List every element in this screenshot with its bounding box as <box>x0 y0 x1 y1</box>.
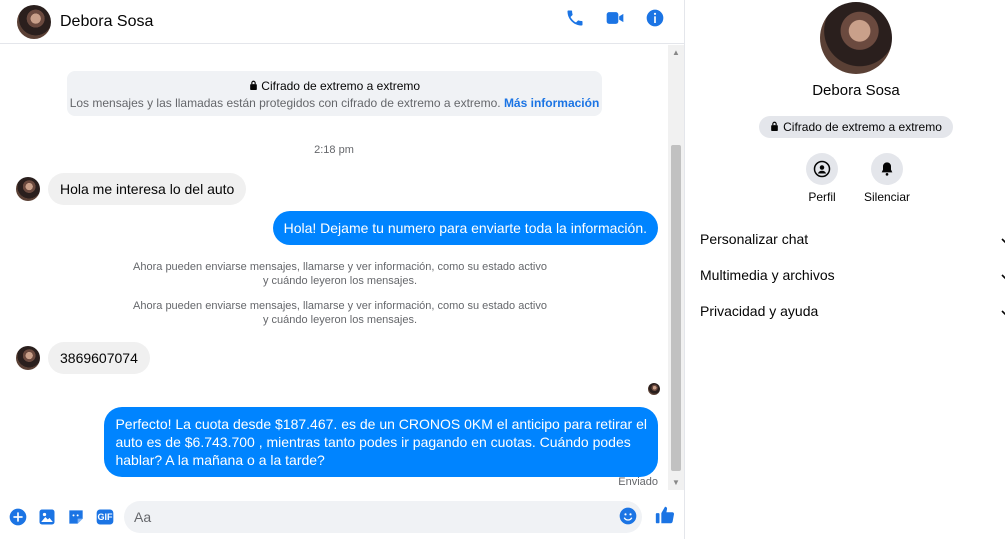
message-input[interactable] <box>124 501 642 533</box>
panel-contact-name: Debora Sosa <box>812 82 900 99</box>
emoji-icon[interactable] <box>618 506 638 531</box>
more-info-link[interactable]: Más información <box>504 96 599 110</box>
gif-icon[interactable]: GIF <box>94 506 116 528</box>
encryption-pill[interactable]: Cifrado de extremo a extremo <box>759 116 953 138</box>
message-bubble[interactable]: 3869607074 <box>48 342 150 374</box>
incoming-message: 3869607074 <box>16 342 150 374</box>
messenger-window: Debora Sosa Cifrado de extremo a extremo… <box>0 0 1005 539</box>
chevron-down-icon <box>1001 269 1005 285</box>
sender-avatar[interactable] <box>16 177 40 201</box>
encryption-description: Los mensajes y las llamadas están proteg… <box>69 96 501 110</box>
composer: GIF <box>0 494 684 539</box>
user-icon <box>806 153 838 185</box>
message-scrollbar[interactable]: ▲ ▼ <box>668 45 684 490</box>
info-icon[interactable] <box>644 7 666 29</box>
chevron-down-icon <box>1001 233 1005 249</box>
system-notice: Ahora pueden enviarse mensajes, llamarse… <box>133 261 547 287</box>
sender-avatar[interactable] <box>16 346 40 370</box>
chevron-down-icon <box>1001 305 1005 321</box>
profile-picture[interactable] <box>820 2 892 74</box>
gif-label: GIF <box>97 511 113 522</box>
contact-avatar[interactable] <box>17 4 51 39</box>
outgoing-message[interactable]: Perfecto! La cuota desde $187.467. es de… <box>104 407 658 477</box>
privacy-help-section[interactable]: Privacidad y ayuda <box>700 299 1005 323</box>
lock-icon <box>770 120 779 134</box>
message-bubble[interactable]: Hola me interesa lo del auto <box>48 173 247 205</box>
bell-icon <box>871 153 903 185</box>
image-icon[interactable] <box>36 506 58 528</box>
mute-button[interactable]: Silenciar <box>852 153 922 204</box>
profile-button[interactable]: Perfil <box>787 153 857 204</box>
message-timestamp: 2:18 pm <box>314 144 354 156</box>
conversation-info-panel: Debora Sosa Cifrado de extremo a extremo… <box>686 0 1005 539</box>
contact-name[interactable]: Debora Sosa <box>60 13 153 31</box>
encryption-title: Cifrado de extremo a extremo <box>261 79 421 93</box>
outgoing-message[interactable]: Hola! Dejame tu numero para enviarte tod… <box>272 211 658 245</box>
header-actions <box>564 7 666 29</box>
scroll-up-icon[interactable]: ▲ <box>672 48 680 57</box>
customize-chat-section[interactable]: Personalizar chat <box>700 227 1005 251</box>
message-list: Cifrado de extremo a extremo Los mensaje… <box>0 45 668 490</box>
chat-column: Debora Sosa Cifrado de extremo a extremo… <box>0 0 685 539</box>
phone-icon[interactable] <box>564 7 586 29</box>
lock-icon <box>249 79 261 93</box>
sticker-icon[interactable] <box>65 506 87 528</box>
media-files-section[interactable]: Multimedia y archivos <box>700 263 1005 287</box>
video-camera-icon[interactable] <box>604 7 626 29</box>
scroll-down-icon[interactable]: ▼ <box>672 478 680 487</box>
system-notice: Ahora pueden enviarse mensajes, llamarse… <box>133 300 547 326</box>
incoming-message: Hola me interesa lo del auto <box>16 173 247 205</box>
thumbs-up-icon[interactable] <box>654 504 676 531</box>
scrollbar-thumb[interactable] <box>671 145 681 471</box>
chat-header: Debora Sosa <box>0 0 684 44</box>
encryption-notice: Cifrado de extremo a extremo Los mensaje… <box>67 71 602 116</box>
message-status: Enviado <box>618 476 658 488</box>
seen-indicator-avatar <box>648 383 660 395</box>
plus-icon[interactable] <box>7 506 29 528</box>
